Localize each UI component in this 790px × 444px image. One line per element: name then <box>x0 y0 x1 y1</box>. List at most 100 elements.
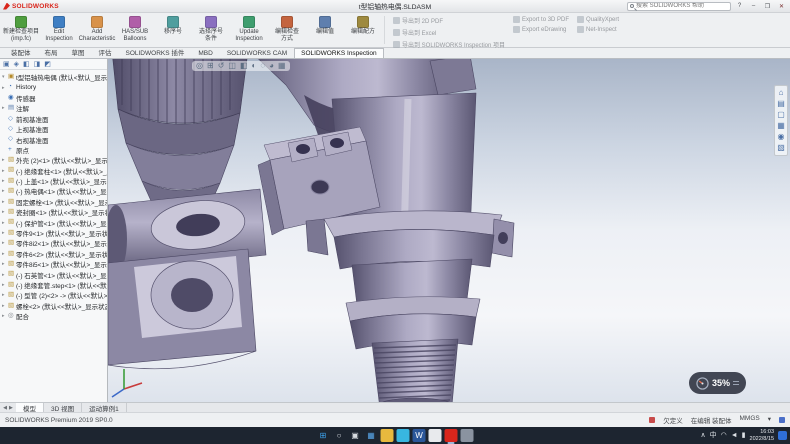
export-button[interactable]: Export eDrawing <box>513 26 569 33</box>
view-orientation-icon[interactable]: ◧ <box>240 62 248 70</box>
word-button[interactable]: W <box>413 429 426 442</box>
displaymanager-tab-icon[interactable]: ◩ <box>44 60 51 68</box>
export-button[interactable]: Export to 3D PDF <box>513 16 569 23</box>
display-style-icon[interactable]: ◐ <box>252 62 257 70</box>
edge-button[interactable] <box>397 429 410 442</box>
tree-item[interactable]: ▸ ▧ 固定螺栓<1> (默认<<默认>_显示状态>) <box>0 197 107 207</box>
export-button[interactable]: 导出到 2D PDF <box>393 16 505 25</box>
graphics-area[interactable]: ◎ ⊞ ↺ ◫ ◧ ◐ ◌ ◕ ▦ <box>108 59 790 402</box>
tree-item[interactable]: ▸ ▧ 零件9<1> (默认<<默认>_显示状态>) <box>0 228 107 238</box>
hide-show-items-icon[interactable]: ◌ <box>260 62 265 70</box>
ribbon-button[interactable]: Add Characteristic <box>78 14 116 46</box>
tree-item[interactable]: + 原点 <box>0 145 107 155</box>
tabs-scroll-right-icon[interactable]: ▶ <box>9 405 13 411</box>
model-tab[interactable]: 3D 视图 <box>44 403 82 412</box>
task-view-button[interactable]: ▣ <box>349 429 362 442</box>
commandmanager-tab[interactable]: SOLIDWORKS Inspection <box>294 48 384 58</box>
tree-item[interactable]: ▸ ▧ 瓷封圈<1> (默认<<默认>_显示状态>) <box>0 207 107 217</box>
appearances-icon[interactable]: ◉ <box>778 133 785 141</box>
start-button[interactable]: ⊞ <box>317 429 330 442</box>
commandmanager-tab[interactable]: 装配体 <box>4 45 38 58</box>
export-button[interactable]: Net-Inspect <box>577 26 619 33</box>
featuremanager-tab-icon[interactable]: ▣ <box>3 60 10 68</box>
export-button[interactable]: 导出到 SOLIDWORKS Inspection 项目 <box>393 40 505 49</box>
configurationmanager-tab-icon[interactable]: ◧ <box>23 60 30 68</box>
model-tab[interactable]: 模型 <box>16 403 44 412</box>
tree-item[interactable]: ▸ ▤ 注解 <box>0 103 107 113</box>
ribbon-button[interactable]: 移序号 <box>154 14 192 46</box>
minimize-button[interactable]: – <box>748 2 759 11</box>
notification-badge[interactable] <box>778 431 787 440</box>
file-explorer-icon[interactable]: ▢ <box>777 111 785 119</box>
commandmanager-tab[interactable]: 草图 <box>65 45 92 58</box>
commandmanager-tab[interactable]: 布局 <box>38 45 65 58</box>
3d-scene[interactable] <box>108 59 790 402</box>
help-button[interactable]: ? <box>734 2 745 11</box>
section-view-icon[interactable]: ◫ <box>228 62 236 70</box>
ribbon-button[interactable]: 编辑值 <box>306 14 344 46</box>
tree-item[interactable]: ▸ ▧ (-) 型管 (2)<2> -> (默认<<默认>_显示状态>) <box>0 290 107 300</box>
tree-item[interactable]: ▸ ◎ 配合 <box>0 311 107 321</box>
widgets-button[interactable]: ▦ <box>365 429 378 442</box>
ribbon-button[interactable]: 编辑配方 <box>344 14 382 46</box>
model-tab[interactable]: 运动算例1 <box>82 403 127 412</box>
wifi-icon[interactable]: ◠ <box>721 432 727 439</box>
ribbon-button[interactable]: 新建检查项目 (imp.fc) <box>2 14 40 46</box>
tree-item[interactable]: ◇ 右视基准面 <box>0 134 107 144</box>
tree-item[interactable]: ▸ ▧ (-) 绝缘套管.step<1> (默认<<默认>_显示状态>) <box>0 280 107 290</box>
tree-item[interactable]: ▸ ◔ History <box>0 82 107 92</box>
tree-item[interactable]: ▸ ▧ 外壳 (2)<1> (默认<<默认>_显示状态>) <box>0 155 107 165</box>
tree-item[interactable]: ▸ ▧ 零件8i2<1> (默认<<默认>_显示状态>) <box>0 238 107 248</box>
tree-item[interactable]: ▸ ▧ 零件6<2> (默认<<默认>_显示状态>) <box>0 249 107 259</box>
status-item[interactable]: MMGS <box>740 415 760 425</box>
file-explorer-button[interactable] <box>381 429 394 442</box>
tree-item[interactable]: ▸ ▧ (-) 保护管<1> (默认<<默认>_显示状态>) <box>0 217 107 227</box>
view-palette-icon[interactable]: ▦ <box>777 122 785 130</box>
status-item[interactable]: 在编辑 装配体 <box>691 415 732 425</box>
close-button[interactable]: ✕ <box>776 2 787 11</box>
propertymanager-tab-icon[interactable]: ◈ <box>14 60 19 68</box>
ime-indicator[interactable]: 中 <box>710 432 717 439</box>
home-icon[interactable]: ⌂ <box>779 89 784 97</box>
tree-item[interactable]: ▸ ▧ (-) 绝缘套柱<1> (默认<<默认>_显示状态>) <box>0 166 107 176</box>
generic-app-button[interactable] <box>461 429 474 442</box>
tree-item[interactable]: ▸ ▧ (-) 热电偶<1> (默认<<默认>_显示状态>) <box>0 186 107 196</box>
messaging-app-button[interactable] <box>429 429 442 442</box>
tree-item[interactable]: ▸ ▧ (-) 石英管<1> (默认<<默认>_显示状态>) <box>0 269 107 279</box>
commandmanager-tab[interactable]: MBD <box>191 48 219 58</box>
ribbon-button[interactable]: 选择序号 条件 <box>192 14 230 46</box>
tree-item[interactable]: ◇ 前视基准面 <box>0 114 107 124</box>
ribbon-button[interactable]: Update Inspection <box>230 14 268 46</box>
search-button[interactable]: ○ <box>333 429 346 442</box>
previous-view-icon[interactable]: ↺ <box>218 62 225 70</box>
ribbon-button[interactable]: 编辑检查 方式 <box>268 14 306 46</box>
tree-item[interactable]: ▾ ▣ t型铝轴热电偶 (默认<默认_显示状态-1>) <box>0 72 107 82</box>
dimxpertmanager-tab-icon[interactable]: ◨ <box>34 60 41 68</box>
edit-appearance-icon[interactable]: ◕ <box>269 62 274 70</box>
export-button[interactable]: QualityXpert <box>577 16 619 23</box>
status-item[interactable]: 欠定义 <box>663 415 683 425</box>
zoom-to-area-icon[interactable]: ⊞ <box>207 62 214 70</box>
zoom-fit-icon[interactable]: ◎ <box>196 62 203 70</box>
tree-item[interactable]: ◉ 传感器 <box>0 93 107 103</box>
export-button[interactable]: 导出到 Excel <box>393 28 505 37</box>
help-search-input[interactable] <box>636 3 728 9</box>
commandmanager-tab[interactable]: SOLIDWORKS CAM <box>220 48 294 58</box>
solidworks-app-button[interactable] <box>445 429 458 442</box>
hidden-icons-chevron[interactable]: ∧ <box>701 432 706 439</box>
ribbon-button[interactable]: Edit Inspection <box>40 14 78 46</box>
status-item[interactable]: ▾ <box>768 415 771 425</box>
help-search-box[interactable] <box>627 2 731 11</box>
commandmanager-tab[interactable]: SOLIDWORKS 插件 <box>119 45 192 58</box>
tree-item[interactable]: ◇ 上视基准面 <box>0 124 107 134</box>
ribbon-button[interactable]: HAS/SUB Balloons <box>116 14 154 46</box>
restore-button[interactable]: ❐ <box>762 2 773 11</box>
design-library-icon[interactable]: ▤ <box>777 100 785 108</box>
tree-item[interactable]: ▸ ▧ 螺栓<2> (默认<<默认>_显示状态>) <box>0 301 107 311</box>
tree-item[interactable]: ▸ ▧ 零件8i5<1> (默认<<默认>_显示状态>) <box>0 259 107 269</box>
volume-icon[interactable]: ◄ <box>731 432 738 439</box>
clock[interactable]: 16:03 2022/8/15 <box>750 429 774 442</box>
commandmanager-tab[interactable]: 评估 <box>92 45 119 58</box>
battery-icon[interactable]: ▮ <box>742 432 746 439</box>
tree-item[interactable]: ▸ ▧ (-) 上盖<1> (默认<<默认>_显示状态>) <box>0 176 107 186</box>
